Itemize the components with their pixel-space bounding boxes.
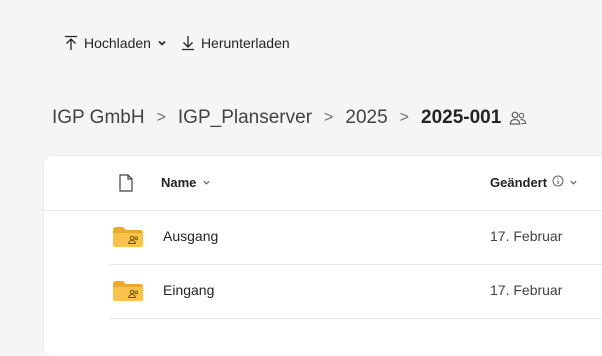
breadcrumb-separator: > [324,109,334,126]
column-header-name[interactable]: Name [161,175,211,190]
download-label: Herunterladen [200,35,290,51]
download-arrow-icon [181,35,195,51]
upload-button[interactable]: Hochladen [64,35,167,51]
chevron-down-icon [569,175,578,190]
shared-folder-icon [113,227,143,252]
breadcrumb-item-2025[interactable]: 2025 [345,107,387,129]
breadcrumb-item-igp-planserver[interactable]: IGP_Planserver [178,107,312,129]
column-header-modified-label: Geändert [490,175,548,190]
chevron-down-icon [202,175,211,190]
breadcrumb-separator: > [156,109,166,126]
list-item[interactable]: Ausgang 17. Februar [110,210,602,265]
breadcrumb-item-igp-gmbh[interactable]: IGP GmbH [52,107,145,129]
list-header: Name Geändert [44,156,602,211]
breadcrumb: IGP GmbH > IGP_Planserver > 2025 > 2025-… [52,104,527,132]
chevron-down-icon [157,38,167,48]
breadcrumb-separator: > [399,109,409,126]
shared-people-icon[interactable] [509,110,527,126]
file-type-icon [119,174,133,197]
column-header-name-label: Name [161,175,197,190]
item-name[interactable]: Eingang [163,282,214,298]
download-button[interactable]: Herunterladen [181,35,290,51]
command-bar: Hochladen Herunterladen [64,30,290,56]
upload-arrow-icon [64,35,78,51]
item-modified: 17. Februar [490,282,563,298]
shared-folder-icon [113,281,143,306]
info-icon[interactable] [552,175,564,190]
list-item[interactable]: Eingang 17. Februar [110,264,602,319]
upload-label: Hochladen [84,35,151,51]
file-list: Name Geändert Ausgang 17. Februar Eingan… [44,156,602,356]
breadcrumb-current: 2025-001 [421,107,502,128]
column-header-modified[interactable]: Geändert [490,175,578,190]
item-name[interactable]: Ausgang [163,228,218,244]
item-modified: 17. Februar [490,228,563,244]
